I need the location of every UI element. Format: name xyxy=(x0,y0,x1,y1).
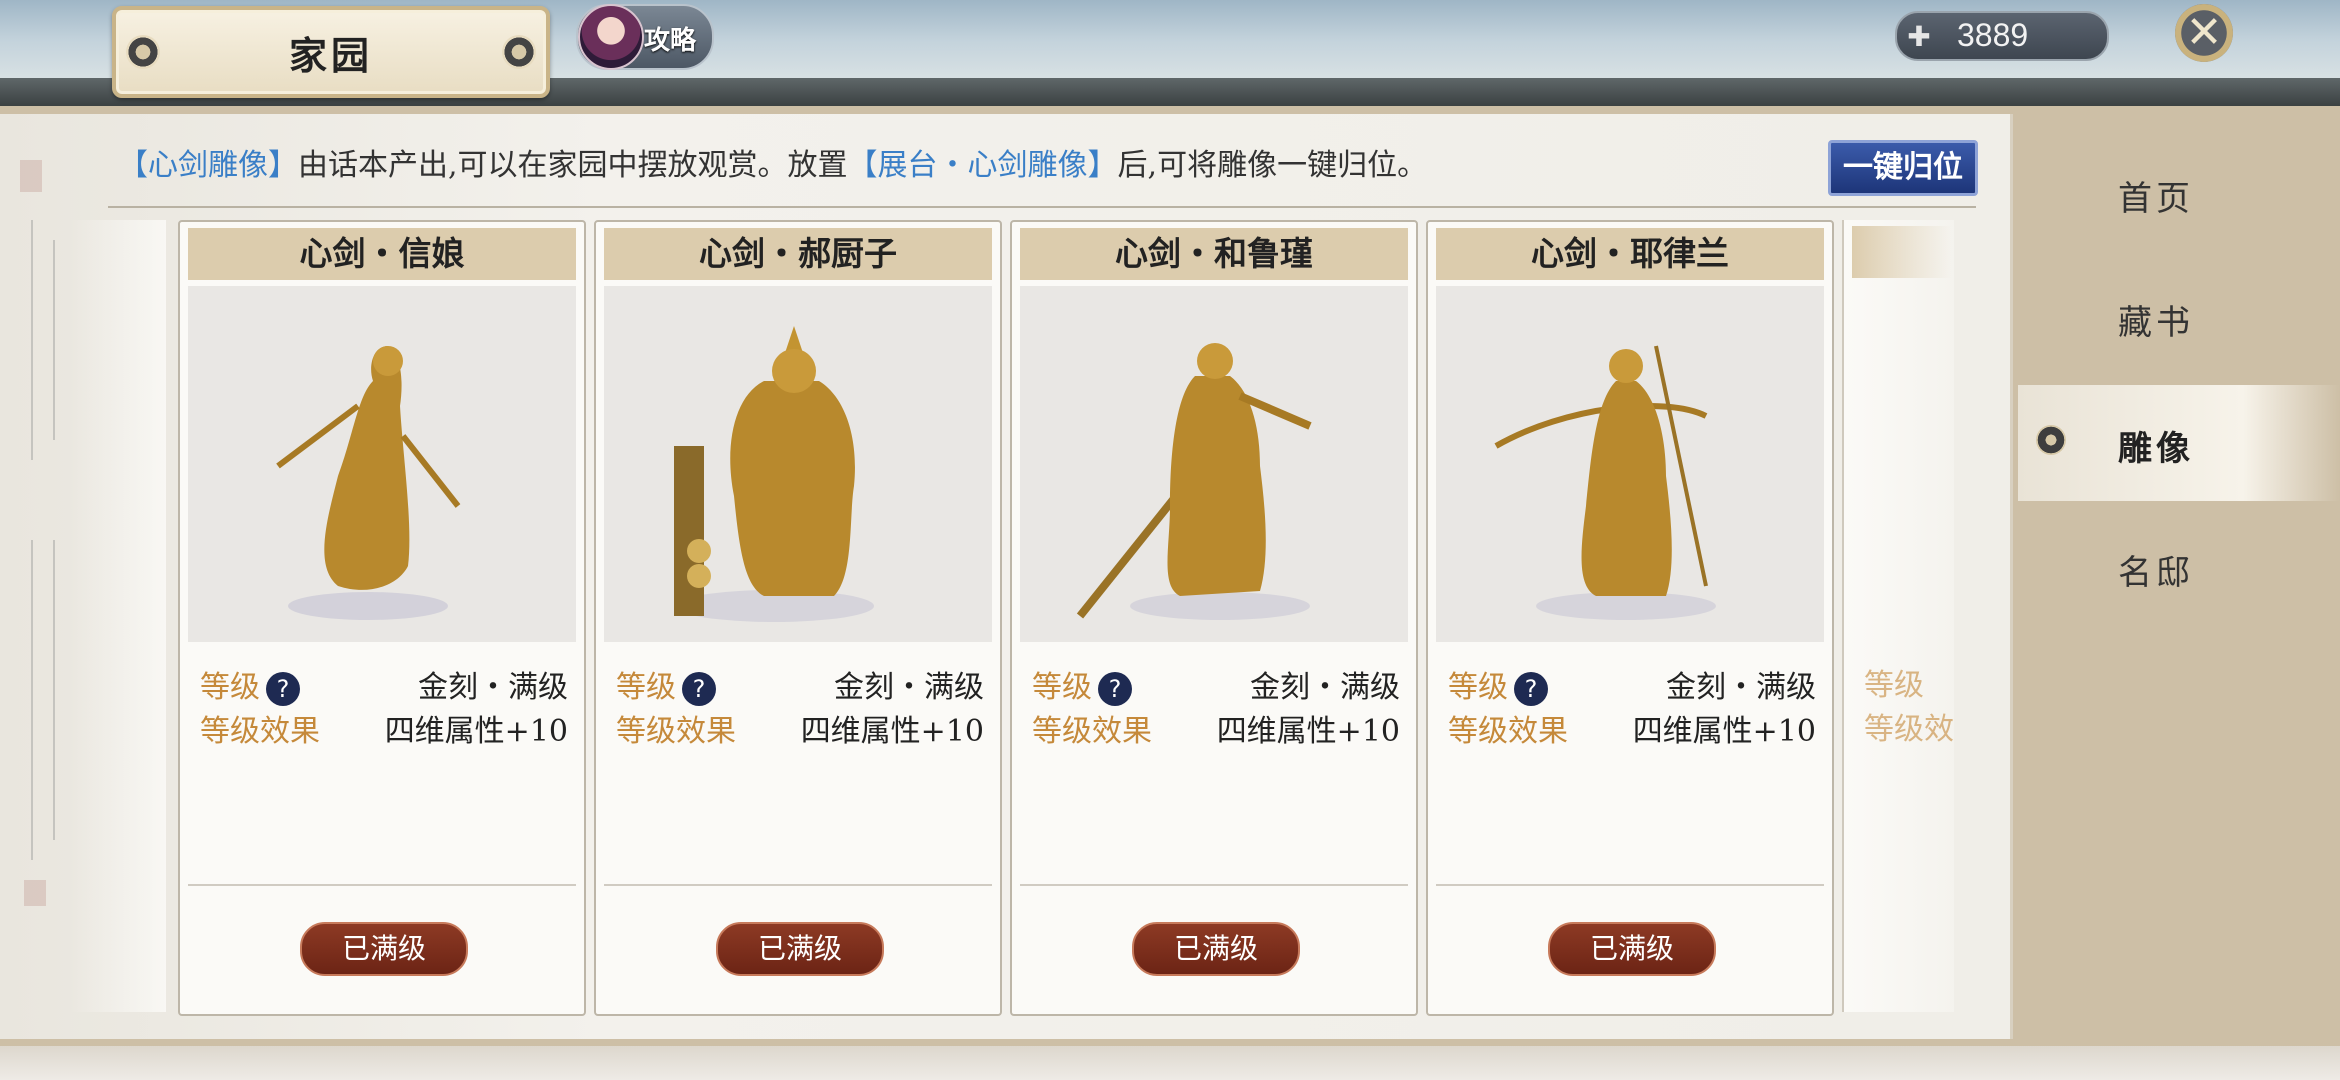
statue-card[interactable]: 心剑・郝厨子 等级? 金刻・满级 等级效果 四维属性+10 已满级 xyxy=(594,220,1002,1016)
page-title-plaque: 家园 xyxy=(112,6,550,98)
notice-body: 由话本产出,可以在家园中摆放观赏。放置 xyxy=(298,148,848,183)
effect-label: 等级效果 xyxy=(200,714,320,749)
notice-body: 后,可将雕像一键归位。 xyxy=(1117,148,1428,183)
level-label: 等级 xyxy=(616,670,676,705)
card-title: 心剑・耶律兰 xyxy=(1436,228,1824,280)
max-level-button[interactable]: 已满级 xyxy=(1132,922,1300,976)
effect-value: 四维属性+10 xyxy=(1632,714,1816,749)
notice-highlight: 【展台・心剑雕像】 xyxy=(847,148,1118,183)
nav-label: 首页 xyxy=(2118,179,2194,219)
effect-value: 四维属性+10 xyxy=(384,714,568,749)
effect-label: 等级效果 xyxy=(1448,714,1568,749)
card-divider xyxy=(188,884,576,886)
statue-figure-icon xyxy=(1076,343,1312,620)
statue-image xyxy=(1436,286,1824,642)
effect-value: 四维属性+10 xyxy=(1216,714,1400,749)
close-icon: ✕ xyxy=(2185,7,2223,58)
level-value: 金刻・满级 xyxy=(834,670,984,705)
card-partial-right[interactable]: 等级 等级效 xyxy=(1842,220,1954,1012)
statue-figure-icon xyxy=(276,346,461,620)
card-partial-left[interactable] xyxy=(70,220,166,1012)
strategy-button[interactable]: 攻略 xyxy=(576,4,714,70)
return-all-button[interactable]: 一键归位 xyxy=(1828,140,1978,196)
level-label: 等级 xyxy=(1864,668,1924,703)
add-currency-icon[interactable]: ✚ xyxy=(1891,17,1947,57)
level-value: 金刻・满级 xyxy=(1666,670,1816,705)
divider xyxy=(108,206,1976,208)
currency-value: 3889 xyxy=(1957,17,2029,53)
card-title xyxy=(1852,226,1952,278)
close-button[interactable]: ✕ xyxy=(2175,4,2233,62)
statue-card[interactable]: 心剑・耶律兰 等级? 金刻・满级 等级效果 四维属性+10 已满级 xyxy=(1426,220,1834,1016)
statue-image xyxy=(188,286,576,642)
nav-item-books[interactable]: 藏书 xyxy=(2018,259,2340,375)
notice-text: 【心剑雕像】由话本产出,可以在家园中摆放观赏。放置【展台・心剑雕像】后,可将雕像… xyxy=(118,140,1427,184)
level-value: 金刻・满级 xyxy=(1250,670,1400,705)
statue-image xyxy=(604,286,992,642)
card-divider xyxy=(1436,884,1824,886)
plaque-ornament-icon xyxy=(126,35,160,69)
level-value: 金刻・满级 xyxy=(418,670,568,705)
level-label: 等级 xyxy=(1448,670,1508,705)
statue-figure-icon xyxy=(674,326,874,622)
nav-label: 名邸 xyxy=(2118,553,2194,593)
nav-label: 藏书 xyxy=(2118,303,2194,343)
strategy-label: 攻略 xyxy=(644,26,697,56)
statue-figure-icon xyxy=(1494,345,1716,620)
effect-label: 等级效 xyxy=(1864,712,1954,747)
nav-item-mansion[interactable]: 名邸 xyxy=(2018,509,2340,625)
level-label: 等级 xyxy=(200,670,260,705)
avatar xyxy=(578,4,644,70)
page-title: 家园 xyxy=(288,32,373,78)
nav-label: 雕像 xyxy=(2118,429,2194,469)
max-level-button[interactable]: 已满级 xyxy=(716,922,884,976)
help-icon[interactable]: ? xyxy=(1098,672,1132,706)
card-title: 心剑・和鲁瑾 xyxy=(1020,228,1408,280)
max-level-button[interactable]: 已满级 xyxy=(1548,922,1716,976)
calligraphy-decoration xyxy=(20,160,55,906)
card-divider xyxy=(604,884,992,886)
effect-label: 等级效果 xyxy=(1032,714,1152,749)
card-divider xyxy=(1020,884,1408,886)
active-marker-icon xyxy=(2036,425,2066,455)
statue-image xyxy=(1020,286,1408,642)
card-title: 心剑・信娘 xyxy=(188,228,576,280)
currency-display[interactable]: ✚ 3889 xyxy=(1895,11,2109,61)
bottom-strip xyxy=(0,1046,2340,1080)
level-label: 等级 xyxy=(1032,670,1092,705)
max-level-button[interactable]: 已满级 xyxy=(300,922,468,976)
plaque-ornament-icon xyxy=(502,35,536,69)
effect-value: 四维属性+10 xyxy=(800,714,984,749)
side-nav: 首页 藏书 雕像 名邸 xyxy=(2018,120,2340,1040)
notice-highlight: 【心剑雕像】 xyxy=(118,148,298,183)
statue-card[interactable]: 心剑・信娘 等级? 金刻・满级 等级效果 四维属性+10 已满级 xyxy=(178,220,586,1016)
statue-card[interactable]: 心剑・和鲁瑾 等级? 金刻・满级 等级效果 四维属性+10 已满级 xyxy=(1010,220,1418,1016)
help-icon[interactable]: ? xyxy=(682,672,716,706)
card-title: 心剑・郝厨子 xyxy=(604,228,992,280)
help-icon[interactable]: ? xyxy=(266,672,300,706)
effect-label: 等级效果 xyxy=(616,714,736,749)
help-icon[interactable]: ? xyxy=(1514,672,1548,706)
nav-item-home[interactable]: 首页 xyxy=(2018,135,2340,251)
nav-item-statues[interactable]: 雕像 xyxy=(2018,385,2340,501)
